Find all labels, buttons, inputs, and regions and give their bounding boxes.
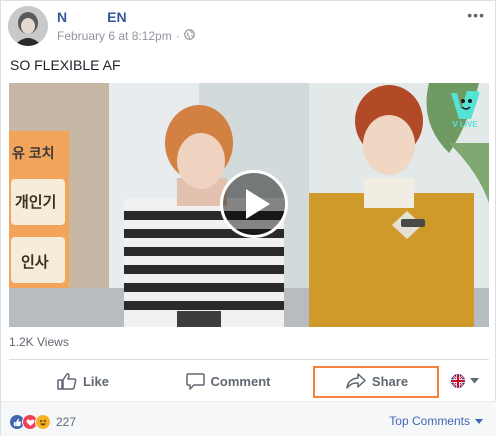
post-meta: February 6 at 8:12pm · xyxy=(57,29,195,43)
view-count: 1.2K Views xyxy=(9,335,69,349)
post-card: N EN February 6 at 8:12pm · ••• SO FLEXIB… xyxy=(0,0,496,436)
post-footer: 227 Top Comments xyxy=(1,401,496,436)
video-player[interactable]: 유 코치 개인기 인사 V LIVE xyxy=(9,83,489,327)
board-sign-middle: 개인기 xyxy=(15,194,57,211)
avatar[interactable] xyxy=(8,6,48,46)
share-arrow-icon xyxy=(346,373,366,389)
caret-down-icon xyxy=(475,418,483,424)
vlive-logo-text: V LIVE xyxy=(452,120,478,129)
author-name[interactable]: N EN xyxy=(57,9,127,25)
reaction-summary[interactable]: 227 xyxy=(9,414,76,430)
author-name-last: EN xyxy=(107,9,127,25)
play-button[interactable] xyxy=(220,170,288,238)
meta-separator: · xyxy=(175,29,180,43)
author-name-first: N xyxy=(57,9,68,25)
action-bar: Like Comment Share xyxy=(9,363,489,399)
share-button[interactable]: Share xyxy=(327,363,427,399)
divider xyxy=(9,359,489,360)
board-sign-bottom: 인사 xyxy=(21,254,49,271)
like-button[interactable]: Like xyxy=(43,363,123,399)
reaction-count: 227 xyxy=(56,415,77,429)
post-as-selector[interactable] xyxy=(445,363,485,399)
profile-flag-icon xyxy=(451,374,465,388)
more-options-icon[interactable]: ••• xyxy=(467,7,485,23)
vlive-logo: V LIVE xyxy=(447,87,483,133)
post-text: SO FLEXIBLE AF xyxy=(10,57,121,73)
haha-reaction-icon xyxy=(35,414,51,430)
play-icon xyxy=(246,189,270,219)
caret-down-icon xyxy=(470,378,479,384)
thumbs-up-icon xyxy=(57,373,77,390)
top-comments-dropdown[interactable]: Top Comments xyxy=(389,414,483,428)
timestamp[interactable]: February 6 at 8:12pm xyxy=(57,29,172,43)
globe-icon[interactable] xyxy=(183,29,195,43)
share-label: Share xyxy=(371,373,409,389)
like-label: Like xyxy=(82,373,109,389)
comment-button[interactable]: Comment xyxy=(173,363,283,399)
board-sign-top: 유 코치 xyxy=(12,145,55,161)
comment-icon xyxy=(185,373,205,390)
top-comments-label: Top Comments xyxy=(389,414,470,428)
comment-label: Comment xyxy=(210,373,271,389)
